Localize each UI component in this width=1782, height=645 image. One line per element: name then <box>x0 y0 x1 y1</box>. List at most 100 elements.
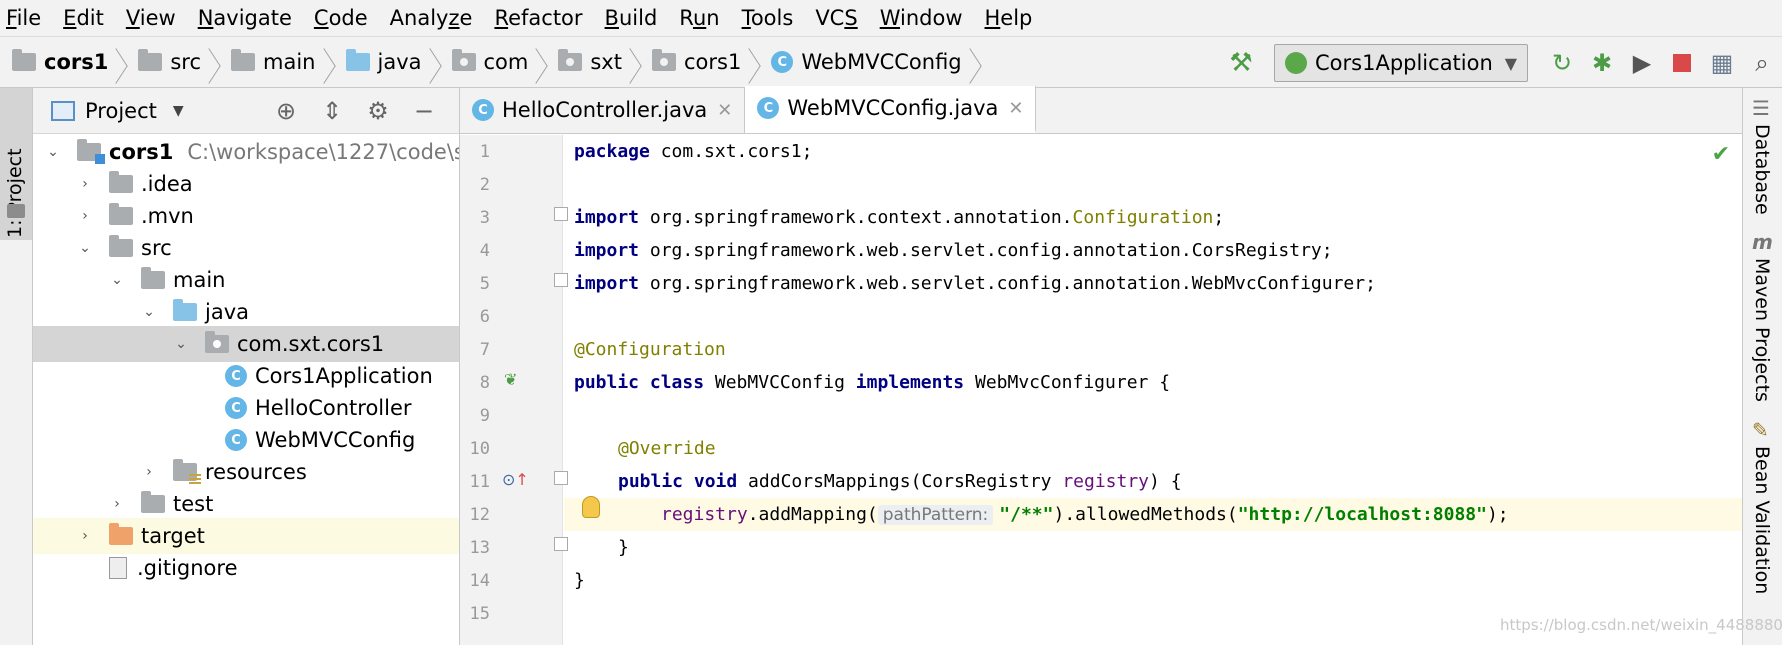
menu-run[interactable]: Run <box>679 6 719 30</box>
menu-edit[interactable]: Edit <box>63 6 104 30</box>
tree-item-label: resources <box>205 460 307 484</box>
menu-window[interactable]: Window <box>880 6 963 30</box>
close-icon[interactable]: ✕ <box>1008 98 1023 119</box>
breadcrumb-cors1-package[interactable]: cors1 <box>651 42 771 82</box>
tree-item-label: .mvn <box>141 204 194 228</box>
code-parameter: registry <box>1062 471 1150 492</box>
chevron-down-icon[interactable]: ⌄ <box>43 144 63 160</box>
tree-item-gitignore[interactable]: .gitignore <box>33 550 459 586</box>
code-line-1: package com.sxt.cors1; <box>564 135 1742 168</box>
folder-icon <box>141 267 165 289</box>
debug-bug-icon[interactable]: ✱ <box>1582 43 1622 83</box>
chevron-right-icon[interactable]: › <box>75 528 95 544</box>
tab-hellocontroller[interactable]: C HelloController.java ✕ <box>460 87 746 133</box>
breadcrumb-src[interactable]: src <box>138 42 231 82</box>
chevron-right-icon[interactable]: › <box>75 208 95 224</box>
menu-mnemonic: W <box>879 6 900 30</box>
tab-label: WebMVCConfig.java <box>787 96 999 120</box>
spring-bean-icon[interactable]: ❦ <box>504 370 517 389</box>
breadcrumb-java[interactable]: java <box>345 42 452 82</box>
menu-refactor[interactable]: Refactor <box>494 6 582 30</box>
build-hammer-icon[interactable]: ⚒ <box>1224 46 1258 80</box>
breadcrumb-main[interactable]: main <box>231 42 345 82</box>
breadcrumb-cors1[interactable]: cors1 <box>12 42 138 82</box>
menu-help[interactable]: Help <box>985 6 1033 30</box>
run-with-coverage-icon[interactable]: ▶ <box>1622 43 1662 83</box>
project-panel-title[interactable]: Project <box>85 99 157 123</box>
tree-item-resources[interactable]: › resources <box>33 454 459 490</box>
breadcrumb-webmvcconfig[interactable]: C WebMVCConfig <box>771 42 991 82</box>
tree-item-java[interactable]: ⌄ java <box>33 294 459 330</box>
bean-validation-tool-tab[interactable]: Bean Validation <box>1751 446 1773 594</box>
chevron-down-icon[interactable]: ▼ <box>173 103 184 119</box>
project-structure-icon[interactable]: ▦ <box>1702 43 1742 83</box>
chevron-right-icon[interactable]: › <box>139 464 159 480</box>
code-line-10: @Override <box>564 432 1742 465</box>
override-method-icon[interactable]: ⊙↑ <box>502 470 529 489</box>
breadcrumb-sxt[interactable]: sxt <box>558 42 652 82</box>
chevron-down-icon[interactable]: ⌄ <box>75 240 95 256</box>
line-number: 14 <box>469 571 490 591</box>
menu-view[interactable]: View <box>126 6 176 30</box>
locate-crosshair-icon[interactable]: ⊕ <box>263 97 309 125</box>
tree-item-test[interactable]: › test <box>33 486 459 522</box>
folder-icon <box>231 49 256 71</box>
tree-item-hellocontroller[interactable]: C HelloController <box>33 390 459 426</box>
menu-mnemonic: E <box>63 6 77 30</box>
hide-minus-icon[interactable]: − <box>401 97 447 125</box>
menu-mnemonic: C <box>313 6 329 30</box>
project-tool-tab[interactable]: 1: Project <box>0 88 32 240</box>
chevron-right-icon[interactable]: › <box>75 176 95 192</box>
menu-build[interactable]: Build <box>605 6 658 30</box>
tree-item-com-sxt-cors1[interactable]: ⌄ com.sxt.cors1 <box>33 326 459 362</box>
line-number: 2 <box>479 175 490 195</box>
menu-bar: File Edit View Navigate Code Analyze Ref… <box>0 0 1782 36</box>
chevron-right-icon[interactable]: › <box>107 496 127 512</box>
tree-item-src[interactable]: ⌄ src <box>33 230 459 266</box>
chevron-down-icon[interactable]: ⌄ <box>107 272 127 288</box>
close-icon[interactable]: ✕ <box>717 100 732 121</box>
menu-analyze[interactable]: Analyze <box>390 6 473 30</box>
tree-item-label: src <box>141 236 172 260</box>
chevron-down-icon[interactable]: ⌄ <box>139 304 159 320</box>
search-icon[interactable]: ⌕ <box>1742 43 1782 83</box>
tree-item-label: main <box>173 268 226 292</box>
menu-mnemonic: R <box>494 6 509 30</box>
run-configuration-select[interactable]: Cors1Application ▼ <box>1274 44 1528 82</box>
line-number: 9 <box>479 406 490 426</box>
menu-file[interactable]: File <box>6 6 41 30</box>
tree-item-idea[interactable]: › .idea <box>33 166 459 202</box>
tree-item-main[interactable]: ⌄ main <box>33 262 459 298</box>
tab-webmvcconfig[interactable]: C WebMVCConfig.java ✕ <box>745 86 1037 133</box>
line-number: 7 <box>479 340 490 360</box>
tree-item-cors1application[interactable]: C Cors1Application <box>33 358 459 394</box>
tree-item-target[interactable]: › target <box>33 518 459 554</box>
menu-code[interactable]: Code <box>314 6 368 30</box>
rerun-icon[interactable]: ↻ <box>1542 43 1582 83</box>
breadcrumb-com[interactable]: com <box>451 42 559 82</box>
inspection-ok-check-icon[interactable]: ✔ <box>1712 142 1730 167</box>
code-keyword: public class <box>574 372 705 393</box>
code-annotation-class: Configuration <box>1072 207 1214 228</box>
project-tool-label: 1: Project <box>4 148 26 238</box>
line-number: 10 <box>469 439 490 459</box>
lightbulb-icon[interactable] <box>582 496 600 518</box>
gear-icon[interactable]: ⚙ <box>355 97 401 125</box>
code-keyword: implements <box>855 372 965 393</box>
stop-icon[interactable] <box>1662 43 1702 83</box>
tree-item-webmvcconfig[interactable]: C WebMVCConfig <box>33 422 459 458</box>
menu-navigate[interactable]: Navigate <box>198 6 292 30</box>
database-tool-tab[interactable]: Database <box>1751 124 1773 215</box>
menu-tools[interactable]: Tools <box>742 6 794 30</box>
code-text: .addMapping( <box>747 504 878 525</box>
tree-item-mvn[interactable]: › .mvn <box>33 198 459 234</box>
chevron-down-icon[interactable]: ⌄ <box>171 336 191 352</box>
spring-boot-icon <box>1285 52 1307 74</box>
maven-projects-tool-tab[interactable]: Maven Projects <box>1751 258 1773 402</box>
tree-item-cors1[interactable]: ⌄ cors1 C:\workspace\1227\code\spr <box>33 134 459 170</box>
menu-vcs[interactable]: VCS <box>815 6 857 30</box>
file-icon <box>109 557 127 579</box>
class-icon: C <box>771 51 794 73</box>
collapse-all-icon[interactable]: ⇕ <box>309 97 355 125</box>
code-area[interactable]: package com.sxt.cors1; import org.spring… <box>564 135 1742 645</box>
